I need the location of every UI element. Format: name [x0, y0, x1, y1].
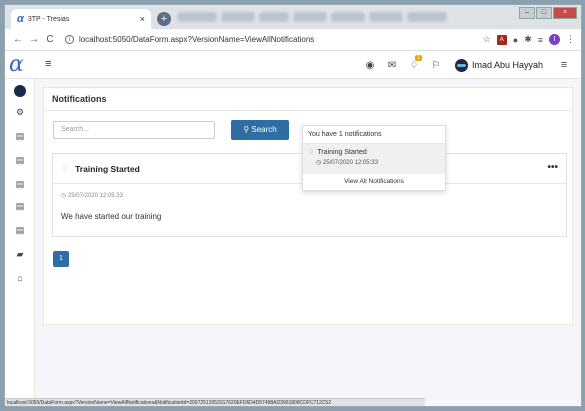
profile-avatar-icon[interactable]: I: [549, 34, 560, 45]
pdf-extension-icon[interactable]: A: [496, 34, 507, 45]
app: α ≡ ◉ ✉ ♢ 1 ⚐ Imad Abu Hayyah ≡ ⚙ ▤ ▤ ▤ ▤…: [5, 51, 581, 406]
browser-window: α 3TP - Tresias × + – □ × ← → C i localh…: [4, 4, 582, 407]
user-name: Imad Abu Hayyah: [471, 60, 543, 70]
extensions: ☆ A ● ✱ ≡ I ⋮: [483, 34, 575, 45]
sidebar-window-icon-2[interactable]: ▤: [5, 155, 35, 166]
window-controls: – □ ×: [518, 7, 577, 19]
globe-icon[interactable]: ◉: [359, 60, 381, 71]
browser-tab[interactable]: α 3TP - Tresias ×: [11, 9, 151, 29]
notifications-dropdown: You have 1 notifications ♢ Training Start…: [302, 125, 446, 191]
new-tab-button[interactable]: +: [157, 12, 171, 26]
navbar-right: ◉ ✉ ♢ 1 ⚐ Imad Abu Hayyah ≡: [359, 51, 581, 79]
address-bar: ← → C i localhost:5050/DataForm.aspx?Ver…: [5, 29, 581, 51]
maximize-icon[interactable]: □: [536, 7, 552, 19]
menu-icon[interactable]: ≡: [553, 59, 575, 71]
close-tab-icon[interactable]: ×: [140, 14, 145, 24]
search-icon: ⚲: [243, 125, 250, 134]
view-all-notifications-link[interactable]: View All Notifications: [303, 174, 445, 190]
extension-icon[interactable]: ●: [513, 35, 518, 45]
dropdown-notification-item[interactable]: ♢ Training Started ◷ 25/07/2020 12:05:33: [303, 144, 445, 174]
tab-title: 3TP - Tresias: [27, 15, 70, 23]
bell-icon[interactable]: ♢ 1: [403, 54, 425, 71]
more-options-icon[interactable]: •••: [547, 162, 558, 173]
user-menu[interactable]: Imad Abu Hayyah: [454, 58, 543, 72]
sidebar-book-icon[interactable]: ▰: [5, 249, 35, 260]
alpha-logo-icon: α: [17, 13, 24, 25]
dropdown-item-title: Training Started: [317, 149, 367, 156]
search-button-label: Search: [251, 125, 277, 134]
sidebar-settings-icon[interactable]: ⚙: [5, 107, 35, 118]
pagination-page-1[interactable]: 1: [53, 251, 69, 267]
page-header: Notifications: [43, 87, 573, 111]
reading-list-icon[interactable]: ≡: [538, 35, 543, 45]
sidebar-window-icon[interactable]: ▤: [5, 131, 35, 142]
url-text: localhost:5050/DataForm.aspx?VersionName…: [79, 35, 315, 44]
bookmark-star-icon[interactable]: ☆: [483, 34, 491, 45]
sidebar-window-icon-5[interactable]: ▤: [5, 225, 35, 236]
app-logo-icon[interactable]: α: [9, 53, 33, 77]
minimize-icon[interactable]: –: [519, 7, 535, 19]
mail-icon[interactable]: ✉: [381, 60, 403, 71]
search-button[interactable]: ⚲ Search: [231, 120, 289, 140]
dropdown-header: You have 1 notifications: [303, 126, 445, 144]
bell-icon: ♢: [308, 149, 315, 156]
top-navbar: α ≡ ◉ ✉ ♢ 1 ⚐ Imad Abu Hayyah ≡: [5, 51, 581, 79]
notification-title: Training Started: [75, 163, 140, 174]
forward-icon[interactable]: →: [27, 34, 41, 45]
notification-body: We have started our training: [61, 212, 162, 221]
url-field[interactable]: i localhost:5050/DataForm.aspx?VersionNa…: [65, 35, 483, 44]
flag-icon[interactable]: ⚐: [425, 60, 447, 71]
window-close-icon[interactable]: ×: [553, 7, 577, 19]
clock-icon: ◷: [61, 193, 67, 199]
page-title: Notifications: [52, 94, 107, 104]
browser-menu-icon[interactable]: ⋮: [566, 34, 575, 45]
bell-icon: ♢: [61, 163, 70, 173]
reload-icon[interactable]: C: [43, 34, 57, 45]
back-icon[interactable]: ←: [11, 34, 25, 45]
blurred-tabs: [177, 12, 537, 24]
hamburger-icon[interactable]: ≡: [45, 58, 51, 70]
sidebar: ⚙ ▤ ▤ ▤ ▤ ▤ ▰ ⌂: [5, 79, 35, 406]
avatar: [454, 58, 468, 72]
search-input[interactable]: Search...: [53, 121, 215, 139]
sidebar-bank-icon[interactable]: ⌂: [5, 273, 35, 283]
tab-strip: α 3TP - Tresias × + – □ ×: [5, 5, 581, 29]
notification-badge: 1: [415, 54, 422, 61]
sidebar-window-icon-4[interactable]: ▤: [5, 201, 35, 212]
site-info-icon[interactable]: i: [65, 35, 74, 44]
sidebar-avatar-icon[interactable]: [5, 85, 35, 99]
sidebar-window-icon-3[interactable]: ▤: [5, 179, 35, 190]
puzzle-icon[interactable]: ✱: [524, 34, 532, 45]
notification-date: ◷ 25/07/2020 12:05:33: [61, 193, 123, 199]
clock-icon: ◷: [316, 160, 322, 166]
dropdown-item-date: 25/07/2020 12:05:33: [322, 160, 378, 166]
status-bar: localhost:5050/DataForm.aspx?VersionName…: [5, 398, 425, 406]
